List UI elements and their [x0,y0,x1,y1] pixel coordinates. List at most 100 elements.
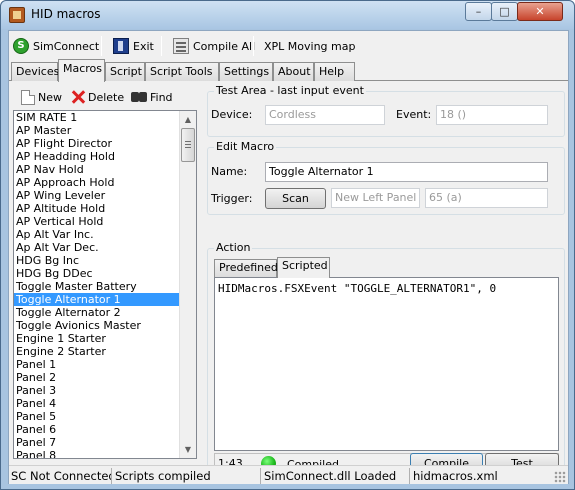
macro-list-item[interactable]: Ap Alt Var Inc. [14,228,180,241]
device-field[interactable]: Cordless [265,105,385,125]
tab-script[interactable]: Script [105,62,145,81]
name-label: Name: [211,165,248,178]
exit-icon [113,38,129,54]
macro-list-item[interactable]: AP Master [14,124,180,137]
compile-all-label: Compile All [193,39,256,53]
script-editor[interactable]: HIDMacros.FSXEvent "TOGGLE_ALTERNATOR1",… [214,277,559,451]
simconnect-label: SimConnect [33,39,100,53]
window-title: HID macros [31,7,101,21]
new-macro-button[interactable]: New [21,89,62,105]
macro-list-item[interactable]: AP Wing Leveler [14,189,180,202]
tab-devices[interactable]: Devices [11,62,59,81]
macro-items: SIM RATE 1 AP Master AP Flight Director AP … [14,111,180,458]
event-label: Event: [396,108,432,121]
app-window: HID macros – □ ✕ S SimConnect Exit Compi… [0,0,575,490]
macro-list-item[interactable]: AP Altitude Hold [14,202,180,215]
scan-button[interactable]: Scan [265,188,326,209]
simconnect-icon: S [13,38,29,54]
macro-list-item[interactable]: Panel 7 [14,436,180,449]
tab-about[interactable]: About [273,62,314,81]
toolbar-separator [101,36,102,56]
trigger-device-field[interactable]: New Left Panel [331,188,420,208]
resize-grip-icon[interactable] [554,471,566,483]
close-button[interactable]: ✕ [517,2,563,21]
main-toolbar: S SimConnect Exit Compile All XPL Moving… [9,31,568,61]
toolbar-separator [253,36,254,56]
macro-list-item[interactable]: SIM RATE 1 [14,111,180,124]
tab-macros[interactable]: Macros [58,59,105,82]
scroll-up-icon[interactable]: ▲ [180,111,196,128]
title-bar[interactable]: HID macros – □ ✕ [1,1,574,29]
binoculars-icon [131,90,147,104]
minimize-button[interactable]: – [465,2,492,21]
macro-list-item[interactable]: Panel 1 [14,358,180,371]
macro-list-panel: New Delete Find SIM RATE 1 AP Master AP Fl… [13,84,201,484]
macro-toolbar: New Delete Find [13,84,201,108]
macro-list-item[interactable]: Ap Alt Var Dec. [14,241,180,254]
exit-label: Exit [133,39,154,53]
macro-list-item[interactable]: Engine 2 Starter [14,345,180,358]
toolbar-separator [161,36,162,56]
test-area-group: Test Area - last input event Device: Cor… [207,84,565,137]
compile-all-button[interactable]: Compile All [173,37,255,55]
new-label: New [38,90,62,104]
scroll-down-icon[interactable]: ▼ [180,441,196,458]
delete-label: Delete [88,90,125,104]
macro-list-item[interactable]: AP Nav Hold [14,163,180,176]
macro-list-item[interactable]: AP Vertical Hold [14,215,180,228]
macro-list[interactable]: SIM RATE 1 AP Master AP Flight Director AP … [13,110,197,459]
scroll-thumb[interactable] [181,128,195,162]
macro-list-item[interactable]: Panel 4 [14,397,180,410]
xpl-moving-map-label: XPL Moving map [264,39,356,53]
macro-list-item[interactable]: Toggle Avionics Master [14,319,180,332]
tab-help[interactable]: Help [314,62,355,81]
xpl-moving-map-button[interactable]: XPL Moving map [264,37,355,55]
status-connection: SC Not Connected [11,468,112,484]
macro-list-item[interactable]: Toggle Master Battery [14,280,180,293]
delete-macro-button[interactable]: Delete [71,89,124,105]
macro-list-item[interactable]: Panel 8 [14,449,180,458]
edit-macro-group: Edit Macro Name: Toggle Alternator 1 Tri… [207,140,565,215]
app-icon [9,7,25,23]
tab-script-tools[interactable]: Script Tools [145,62,219,81]
main-tabs: Devices Macros Script Script Tools Setti… [9,59,568,82]
macro-list-item[interactable]: Panel 5 [14,410,180,423]
tab-scripted[interactable]: Scripted [277,257,330,278]
macro-list-item[interactable]: Engine 1 Starter [14,332,180,345]
status-scripts: Scripts compiled [113,468,261,484]
macro-list-item[interactable]: AP Headding Hold [14,150,180,163]
macro-list-item[interactable]: Toggle Alternator 1 [14,293,180,306]
test-area-legend: Test Area - last input event [214,84,366,97]
macro-detail-panel: Test Area - last input event Device: Cor… [205,83,567,484]
macro-list-item[interactable]: AP Flight Director [14,137,180,150]
macro-name-input[interactable]: Toggle Alternator 1 [265,162,548,182]
maximize-button[interactable]: □ [491,2,518,21]
macro-list-item[interactable]: HDG Bg Inc [14,254,180,267]
action-tabs: Predefined Scripted [214,257,559,278]
macro-list-item[interactable]: Panel 2 [14,371,180,384]
macro-list-item[interactable]: Panel 6 [14,423,180,436]
new-document-icon [21,89,35,105]
find-label: Find [150,90,173,104]
trigger-label: Trigger: [211,192,253,205]
device-label: Device: [211,108,253,121]
event-field[interactable]: 18 () [436,105,548,125]
tab-settings[interactable]: Settings [219,62,273,81]
delete-icon [71,90,85,104]
macro-list-item[interactable]: Panel 3 [14,384,180,397]
find-macro-button[interactable]: Find [131,89,173,105]
macro-list-item[interactable]: AP Approach Hold [14,176,180,189]
tab-predefined[interactable]: Predefined [214,259,278,277]
action-legend: Action [214,241,253,254]
simconnect-button[interactable]: S SimConnect [13,37,99,55]
macro-list-item[interactable]: Toggle Alternator 2 [14,306,180,319]
macro-list-scrollbar[interactable]: ▲ ▼ [179,111,196,458]
status-config-file: hidmacros.xml [413,469,498,483]
exit-button[interactable]: Exit [113,37,154,55]
edit-macro-legend: Edit Macro [214,140,277,153]
action-group: Action Predefined Scripted HIDMacros.FSX… [207,241,565,483]
compile-all-icon [173,38,189,54]
status-simconnect-dll: SimConnect.dll Loaded [262,468,410,484]
trigger-code-field[interactable]: 65 (a) [425,188,548,208]
macro-list-item[interactable]: HDG Bg DDec [14,267,180,280]
